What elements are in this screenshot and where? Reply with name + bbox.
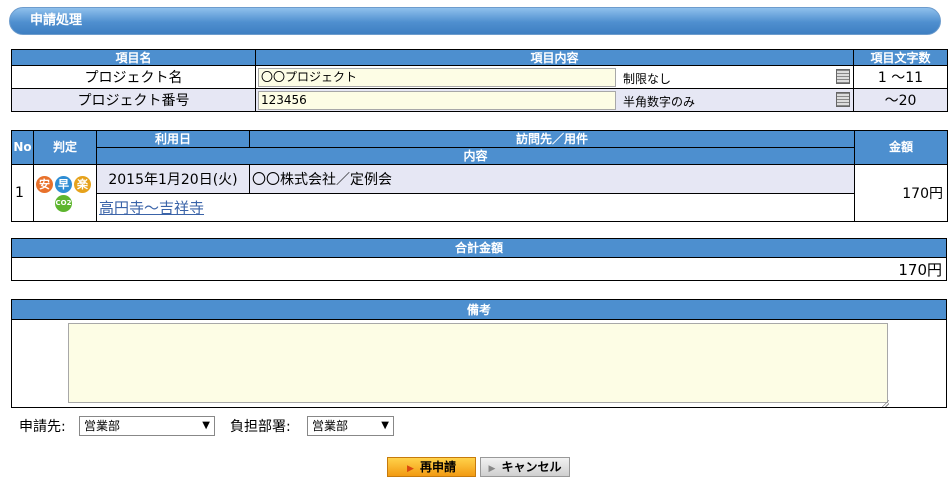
project-number-input[interactable]: 123456 bbox=[258, 91, 616, 110]
project-name-input[interactable]: 〇〇プロジェクト bbox=[258, 68, 616, 87]
fast-badge-icon: 早 bbox=[55, 176, 72, 193]
trip-amount: 170円 bbox=[854, 164, 948, 222]
column-header-destination: 訪問先／用件 bbox=[249, 130, 855, 148]
project-number-cell: 123456 半角数字のみ bbox=[255, 88, 854, 112]
reapply-button[interactable]: ▶ 再申請 bbox=[387, 457, 476, 477]
memo-cell bbox=[11, 319, 947, 408]
total-table: 合計金額 170円 bbox=[11, 238, 947, 281]
co2-badge-icon: CO2 bbox=[55, 195, 72, 212]
resize-grip-icon[interactable] bbox=[881, 399, 889, 407]
table-row: 1 安 早 楽 CO2 2015年1月20日(火) 〇〇株式会社／定例会 170… bbox=[11, 164, 948, 222]
keyboard-icon[interactable] bbox=[836, 92, 850, 107]
trip-table: No 判定 利用日 訪問先／用件 金額 内容 1 安 早 楽 CO2 2015年… bbox=[11, 130, 948, 222]
department-select[interactable]: 営業部 ▼ bbox=[307, 416, 394, 436]
column-header-date: 利用日 bbox=[96, 130, 250, 148]
project-number-length: 〜20 bbox=[853, 88, 948, 112]
row-number: 1 bbox=[11, 164, 34, 222]
applicant-select[interactable]: 営業部 ▼ bbox=[79, 416, 215, 436]
column-header-no: No bbox=[11, 130, 34, 165]
column-header-amount: 金額 bbox=[854, 130, 948, 165]
judge-cell: 安 早 楽 CO2 bbox=[33, 164, 97, 222]
department-label: 負担部署: bbox=[230, 419, 291, 435]
row-label-project-name: プロジェクト名 bbox=[11, 65, 256, 89]
page-title: 申請処理 bbox=[9, 7, 941, 35]
trip-destination: 〇〇株式会社／定例会 bbox=[249, 164, 855, 194]
project-info-table: 項目名 項目内容 項目文字数 プロジェクト名 〇〇プロジェクト 制限なし 1 〜… bbox=[11, 49, 948, 112]
project-name-cell: 〇〇プロジェクト 制限なし bbox=[255, 65, 854, 89]
reapply-button-label: 再申請 bbox=[419, 460, 456, 474]
cancel-button[interactable]: ▶ キャンセル bbox=[480, 457, 570, 477]
route-link[interactable]: 高円寺〜吉祥寺 bbox=[99, 199, 204, 217]
department-select-value: 営業部 bbox=[312, 419, 349, 433]
keyboard-icon[interactable] bbox=[836, 69, 850, 84]
table-row: プロジェクト番号 123456 半角数字のみ 〜20 bbox=[11, 88, 948, 112]
applicant-label: 申請先: bbox=[19, 419, 66, 435]
total-amount: 170円 bbox=[11, 257, 947, 281]
column-header-item-content: 項目内容 bbox=[255, 49, 854, 66]
route-cell: 高円寺〜吉祥寺 bbox=[96, 192, 855, 222]
project-name-note: 制限なし bbox=[623, 72, 672, 86]
memo-table: 備考 bbox=[11, 299, 947, 408]
play-icon: ▶ bbox=[407, 464, 414, 474]
chevron-down-icon: ▼ bbox=[381, 420, 389, 431]
column-header-content: 内容 bbox=[96, 147, 855, 165]
applicant-select-value: 営業部 bbox=[84, 419, 121, 433]
project-name-length: 1 〜11 bbox=[853, 65, 948, 89]
play-icon: ▶ bbox=[488, 464, 496, 474]
safe-badge-icon: 安 bbox=[36, 176, 53, 193]
trip-date: 2015年1月20日(火) bbox=[96, 164, 250, 194]
column-header-char-count: 項目文字数 bbox=[853, 49, 948, 66]
cancel-button-label: キャンセル bbox=[501, 460, 562, 474]
memo-header: 備考 bbox=[11, 299, 947, 320]
table-row: プロジェクト名 〇〇プロジェクト 制限なし 1 〜11 bbox=[11, 65, 948, 89]
memo-textarea[interactable] bbox=[68, 323, 888, 403]
row-label-project-number: プロジェクト番号 bbox=[11, 88, 256, 112]
column-header-judge: 判定 bbox=[33, 130, 97, 165]
project-number-note: 半角数字のみ bbox=[623, 95, 696, 109]
chevron-down-icon: ▼ bbox=[202, 420, 210, 431]
easy-badge-icon: 楽 bbox=[74, 176, 91, 193]
table-row: 高円寺〜吉祥寺 bbox=[12, 192, 948, 222]
total-header: 合計金額 bbox=[11, 238, 947, 258]
column-header-item-name: 項目名 bbox=[11, 49, 256, 66]
